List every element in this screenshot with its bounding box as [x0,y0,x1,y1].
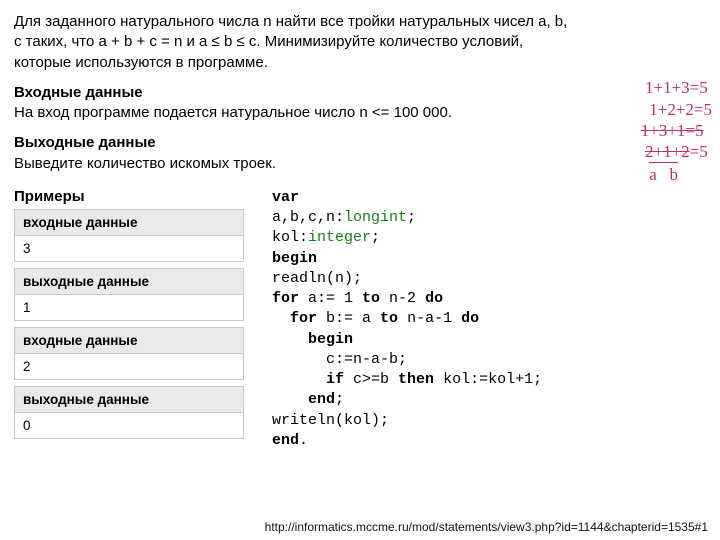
input-text: На вход программе подается натуральное ч… [14,104,452,121]
example-table-1: входные данные 3 [14,209,244,262]
examples-block: Примеры входные данные 3 выходные данные… [14,188,244,445]
input-title: Входные данные [14,83,574,103]
problem-statement: Для заданного натурального числа n найти… [14,13,567,71]
hdr-in: входные данные [15,327,244,353]
table-cell: 0 [15,412,244,438]
output-title: Выходные данные [14,133,574,153]
example-table-2: входные данные 2 [14,327,244,380]
handwritten-annotation: 1+1+3=5 1+2+2=5 1+3+1=5 2+1+2=5 a b [636,56,712,186]
hdr-in: входные данные [15,209,244,235]
hdr-out: выходные данные [15,268,244,294]
example-table-2-out: выходные данные 0 [14,386,244,439]
source-url: http://informatics.mccme.ru/mod/statemen… [265,520,708,534]
hdr-out: выходные данные [15,386,244,412]
example-table-1-out: выходные данные 1 [14,268,244,321]
code-listing: var a,b,c,n:longint; kol:integer; begin … [272,188,542,451]
table-cell: 3 [15,235,244,261]
table-cell: 2 [15,353,244,379]
output-text: Выведите количество искомых троек. [14,155,276,172]
examples-title: Примеры [14,188,244,205]
table-cell: 1 [15,294,244,320]
